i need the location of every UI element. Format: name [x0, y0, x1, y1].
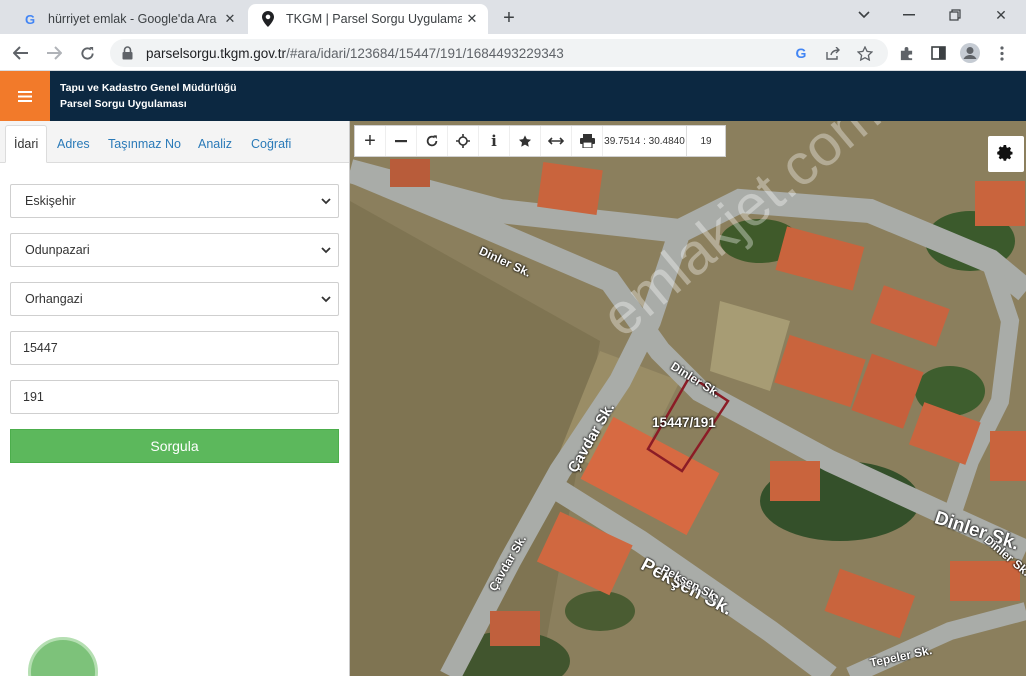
location-badge-icon[interactable]	[28, 637, 98, 676]
map-view[interactable]: emlakjet.com Dinler Sk. Dinler Sk. Çavda…	[350, 121, 1026, 676]
address-bar[interactable]: parselsorgu.tkgm.gov.tr /#ara/idari/1236…	[110, 39, 888, 67]
minimize-button[interactable]	[895, 4, 923, 26]
il-select[interactable]: Eskişehir	[10, 184, 339, 218]
google-lens-icon[interactable]: G	[792, 44, 810, 62]
il-value: Eskişehir	[25, 194, 76, 208]
mahalle-select[interactable]: Orhangazi	[10, 282, 339, 316]
ada-value: 15447	[23, 341, 58, 355]
favorite-star-icon[interactable]	[510, 126, 541, 156]
map-pin-icon	[260, 11, 276, 27]
new-tab-button[interactable]: +	[498, 7, 520, 29]
close-window-button[interactable]: ✕	[987, 4, 1015, 26]
app-title: Tapu ve Kadastro Genel Müdürlüğü Parsel …	[60, 80, 237, 112]
kebab-menu-icon[interactable]	[990, 41, 1014, 65]
sorgula-button[interactable]: Sorgula	[10, 429, 339, 463]
parcel-label: 15447/191	[652, 415, 716, 430]
parsel-input[interactable]: 191	[10, 380, 339, 414]
query-panel: İdari Adres Taşınmaz No Analiz Coğrafi E…	[0, 121, 350, 676]
chevron-down-icon	[321, 247, 331, 254]
hamburger-menu-icon[interactable]	[0, 71, 50, 121]
ada-input[interactable]: 15447	[10, 331, 339, 365]
restore-button[interactable]	[941, 4, 969, 26]
app-title-line2: Parsel Sorgu Uygulaması	[60, 98, 187, 110]
zoom-out-icon[interactable]	[386, 126, 417, 156]
tab-strip: G hürriyet emlak - Google'da Ara ✕ TKGM …	[0, 0, 1026, 34]
profile-avatar-icon[interactable]	[958, 41, 982, 65]
browser-tab-google[interactable]: G hürriyet emlak - Google'da Ara ✕	[10, 4, 246, 34]
close-tab-icon[interactable]: ✕	[220, 9, 240, 29]
lock-icon[interactable]	[122, 46, 136, 60]
share-icon[interactable]	[824, 44, 842, 62]
bookmark-star-icon[interactable]	[856, 44, 874, 62]
info-icon[interactable]: i	[479, 126, 510, 156]
url-path: /#ara/idari/123684/15447/191/16844932293…	[286, 45, 564, 61]
chevron-down-icon	[321, 296, 331, 303]
ilce-select[interactable]: Odunpazari	[10, 233, 339, 267]
browser-toolbar: parselsorgu.tkgm.gov.tr /#ara/idari/1236…	[0, 34, 1026, 71]
zoom-in-icon[interactable]: +	[355, 126, 386, 156]
url-host: parselsorgu.tkgm.gov.tr	[146, 45, 287, 61]
side-panel-icon[interactable]	[926, 41, 950, 65]
settings-gear-icon[interactable]	[988, 136, 1024, 172]
tab-adres[interactable]: Adres	[49, 125, 98, 163]
browser-window: G hürriyet emlak - Google'da Ara ✕ TKGM …	[0, 0, 1026, 676]
refresh-icon[interactable]	[417, 126, 448, 156]
app-header: Tapu ve Kadastro Genel Müdürlüğü Parsel …	[0, 71, 1026, 121]
query-tabs: İdari Adres Taşınmaz No Analiz Coğrafi	[0, 121, 349, 163]
tab-idari[interactable]: İdari	[5, 125, 48, 163]
google-g-icon: G	[24, 11, 36, 27]
tab-title: hürriyet emlak - Google'da Ara	[48, 12, 217, 26]
tab-search-chevron-icon[interactable]	[850, 4, 878, 26]
map-toolbar: + i 39.7514 : 30.4840 19	[354, 125, 726, 157]
tab-cografi[interactable]: Coğrafi	[243, 125, 299, 163]
coordinates-readout: 39.7514 : 30.4840	[603, 126, 687, 156]
reload-icon[interactable]	[75, 41, 99, 65]
chevron-down-icon	[321, 198, 331, 205]
forward-arrow-icon[interactable]	[42, 41, 66, 65]
close-tab-icon[interactable]: ✕	[462, 9, 482, 29]
extensions-puzzle-icon[interactable]	[894, 41, 918, 65]
tab-tasinmaz-no[interactable]: Taşınmaz No	[100, 125, 189, 163]
mahalle-value: Orhangazi	[25, 292, 83, 306]
app-title-line1: Tapu ve Kadastro Genel Müdürlüğü	[60, 82, 237, 94]
print-icon[interactable]	[572, 126, 603, 156]
tab-title: TKGM | Parsel Sorgu Uygulaması	[286, 12, 462, 26]
back-arrow-icon[interactable]	[9, 41, 33, 65]
parsel-value: 191	[23, 390, 44, 404]
tab-analiz[interactable]: Analiz	[190, 125, 240, 163]
crosshair-icon[interactable]	[448, 126, 479, 156]
browser-tab-tkgm[interactable]: TKGM | Parsel Sorgu Uygulaması ✕	[248, 4, 488, 34]
zoom-level-readout: 19	[700, 135, 712, 147]
measure-icon[interactable]	[541, 126, 572, 156]
ilce-value: Odunpazari	[25, 243, 90, 257]
